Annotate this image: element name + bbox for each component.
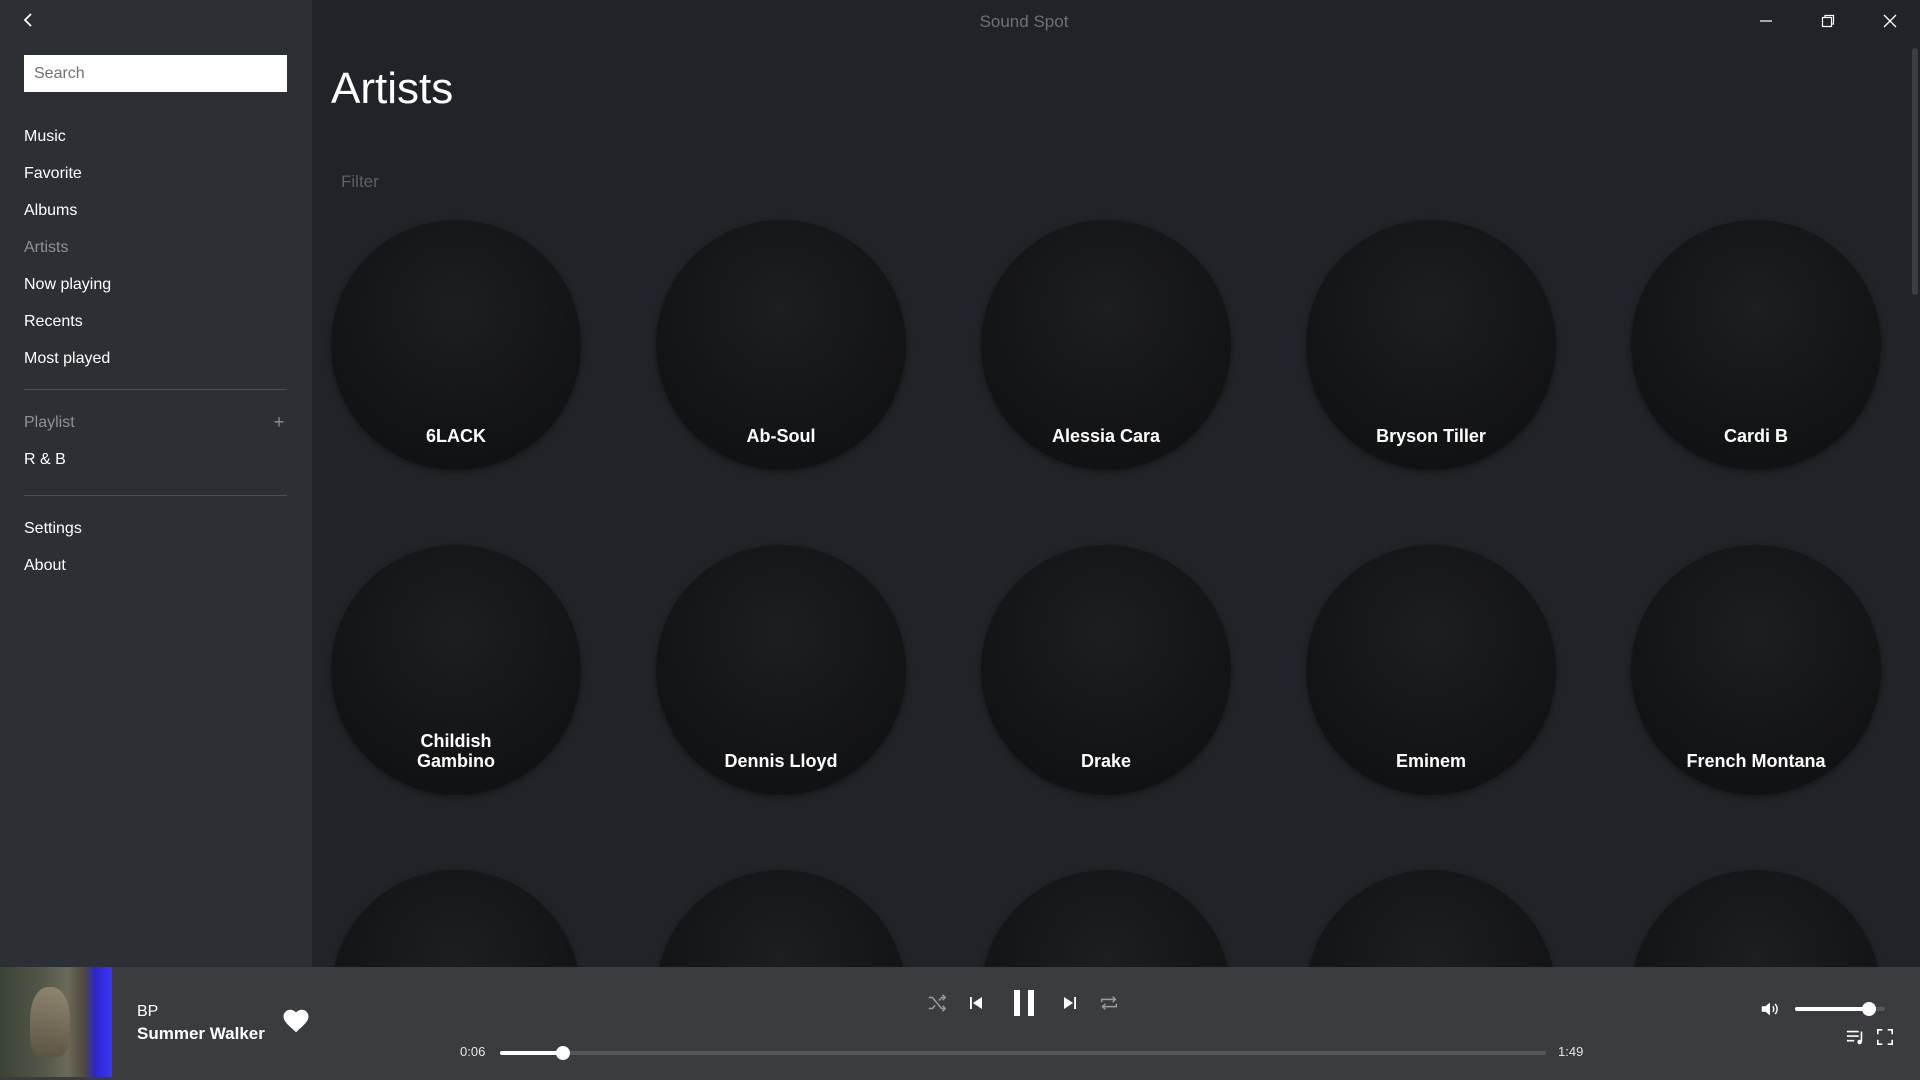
volume-slider[interactable]: [1795, 1002, 1885, 1016]
artist-name: Eminem: [1395, 751, 1467, 771]
artist-card[interactable]: Bryson Tiller: [1306, 220, 1556, 470]
artist-card[interactable]: [331, 870, 581, 967]
artist-card[interactable]: 6LACK: [331, 220, 581, 470]
artist-card[interactable]: Drake: [981, 545, 1231, 795]
elapsed-time: 0:06: [460, 1044, 486, 1059]
fullscreen-button[interactable]: [1872, 1024, 1898, 1050]
artist-name: Bryson Tiller: [1376, 426, 1486, 446]
favorite-button[interactable]: [281, 1006, 311, 1036]
progress-bar[interactable]: [500, 1046, 1546, 1060]
artist-name: Childish Gambino: [416, 731, 495, 771]
artist-grid: 6LACK Ab-Soul Alessia Cara Bryson Tiller Car…: [0, 0, 1920, 967]
artist-card[interactable]: Cardi B: [1631, 220, 1881, 470]
queue-icon: [1846, 1030, 1863, 1045]
progress-fill: [500, 1051, 563, 1055]
volume-icon: [1761, 1002, 1778, 1016]
artist-name: Dennis Lloyd: [724, 751, 838, 771]
repeat-button[interactable]: [1094, 988, 1124, 1018]
artist-card[interactable]: Eminem: [1306, 545, 1556, 795]
album-art[interactable]: [0, 967, 112, 1077]
heart-icon: [283, 1009, 309, 1033]
artist-card[interactable]: Dennis Lloyd: [656, 545, 906, 795]
shuffle-icon: [928, 994, 947, 1012]
fullscreen-icon: [1876, 1028, 1894, 1046]
pause-icon: [1014, 990, 1034, 1016]
track-title: BP: [137, 1003, 159, 1020]
volume-button[interactable]: [1756, 995, 1784, 1023]
repeat-icon: [1100, 996, 1118, 1010]
progress-thumb[interactable]: [555, 1046, 570, 1060]
artist-card[interactable]: Alessia Cara: [981, 220, 1231, 470]
artist-card[interactable]: [1631, 870, 1881, 967]
pause-button[interactable]: [1006, 984, 1042, 1022]
artist-name: Alessia Cara: [1051, 426, 1161, 446]
artist-card[interactable]: French Montana: [1631, 545, 1881, 795]
track-artist[interactable]: Summer Walker: [137, 1024, 265, 1044]
previous-button[interactable]: [961, 988, 991, 1018]
artist-card[interactable]: Ab-Soul: [656, 220, 906, 470]
artist-card[interactable]: [981, 870, 1231, 967]
queue-button[interactable]: [1843, 1024, 1869, 1050]
next-button[interactable]: [1055, 988, 1085, 1018]
scrollbar[interactable]: [1912, 48, 1918, 295]
artist-name: Drake: [1080, 751, 1132, 771]
artist-name: French Montana: [1686, 751, 1826, 771]
artist-name: 6LACK: [425, 426, 486, 446]
next-icon: [1064, 997, 1076, 1009]
album-art-figure: [30, 987, 70, 1057]
duration-time: 1:49: [1558, 1044, 1584, 1059]
shuffle-button[interactable]: [922, 988, 952, 1018]
artist-card[interactable]: [1306, 870, 1556, 967]
previous-icon: [970, 997, 982, 1009]
artist-card[interactable]: Childish Gambino: [331, 545, 581, 795]
artist-name: Cardi B: [1723, 426, 1788, 446]
volume-fill: [1795, 1007, 1869, 1011]
volume-thumb[interactable]: [1861, 1002, 1876, 1016]
artist-card[interactable]: [656, 870, 906, 967]
artist-name: Ab-Soul: [746, 426, 816, 446]
